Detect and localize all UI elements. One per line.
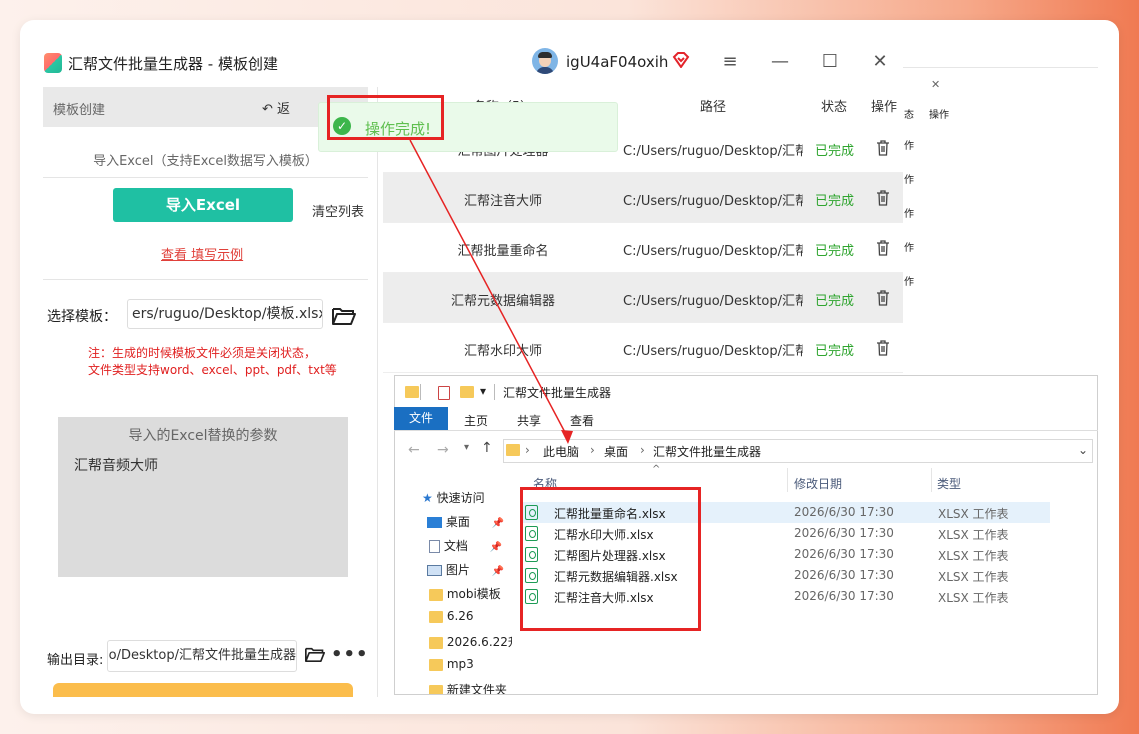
clear-list-button[interactable]: 清空列表 <box>312 201 364 220</box>
desktop-icon <box>427 517 442 528</box>
document-icon <box>429 540 440 553</box>
trash-icon[interactable] <box>876 190 898 210</box>
folder-icon <box>429 636 443 649</box>
folder-icon <box>429 610 443 623</box>
ribbon-tab-view[interactable]: 查看 <box>570 412 594 429</box>
app-logo-icon <box>44 53 62 73</box>
picture-icon <box>427 565 442 576</box>
pin-icon: 📌 <box>491 518 505 529</box>
nav-folder[interactable]: mp3 <box>429 657 474 671</box>
address-dropdown-icon[interactable]: ⌄ <box>1078 443 1088 457</box>
table-row[interactable]: 汇帮元数据编辑器 C:/Users/ruguo/Desktop/汇帮文 已完成 <box>383 273 903 323</box>
background-window: ✕ 态 操作 作 作 作 作 作 <box>903 67 1098 297</box>
explorer-title: 汇帮文件批量生成器 <box>503 386 612 400</box>
folder-icon <box>429 588 443 601</box>
start-button[interactable] <box>53 683 353 697</box>
forward-arrow-icon[interactable]: → <box>437 442 449 458</box>
breadcrumb-item[interactable]: 汇帮文件批量生成器 <box>653 443 761 460</box>
ribbon-tab-file[interactable]: 文件 <box>394 407 448 430</box>
highlight-box-toast <box>327 95 444 140</box>
minimize-button[interactable]: — <box>768 50 792 74</box>
nav-pictures[interactable]: 图片 📌 <box>427 561 504 578</box>
output-folder-icon[interactable] <box>305 646 325 663</box>
up-arrow-icon[interactable]: ↑ <box>481 440 493 456</box>
qat-dropdown-icon[interactable]: ▾ <box>480 384 486 398</box>
column-type[interactable]: 类型 <box>937 475 961 492</box>
trash-icon[interactable] <box>876 340 898 360</box>
username[interactable]: igU4aF04oxih <box>566 53 668 71</box>
app-window: 汇帮文件批量生成器 - 模板创建 igU4aF04oxih ≡ — ☐ ✕ 模板… <box>20 20 1119 714</box>
param-value: 汇帮音频大师 <box>74 458 158 474</box>
folder-icon <box>429 684 443 694</box>
menu-icon[interactable]: ≡ <box>718 50 742 74</box>
table-row[interactable]: 汇帮批量重命名 C:/Users/ruguo/Desktop/汇帮文 已完成 <box>383 223 903 273</box>
user-avatar[interactable] <box>532 48 558 74</box>
pin-icon: 📌 <box>489 542 503 553</box>
nav-folder[interactable]: 2026.6.22升 <box>429 633 512 650</box>
trash-icon[interactable] <box>876 140 898 160</box>
trash-icon[interactable] <box>876 290 898 310</box>
undo-icon: ↶ <box>262 102 273 117</box>
sort-arrow-icon: ^ <box>652 464 661 475</box>
ribbon-tab-home[interactable]: 主页 <box>464 412 488 429</box>
table-row[interactable]: 汇帮水印大师 C:/Users/ruguo/Desktop/汇帮文 已完成 <box>383 323 903 373</box>
param-title: 导入的Excel替换的参数 <box>128 428 278 444</box>
import-hint: 导入Excel（支持Excel数据写入模板） <box>93 154 318 169</box>
divider <box>43 279 368 280</box>
nav-desktop[interactable]: 桌面 📌 <box>427 513 504 530</box>
nav-quick-access[interactable]: ★ 快速访问 <box>422 489 485 506</box>
import-excel-button[interactable]: 导入Excel <box>113 188 293 222</box>
ribbon-tab-share[interactable]: 共享 <box>517 412 541 429</box>
highlight-box-files <box>520 487 701 631</box>
trash-icon[interactable] <box>876 240 898 260</box>
recent-dropdown-icon[interactable]: ▾ <box>464 442 469 453</box>
column-date[interactable]: 修改日期 <box>794 475 842 492</box>
pin-icon: 📌 <box>491 566 505 577</box>
address-folder-icon <box>506 444 520 456</box>
nav-folder[interactable]: 新建文件夹 <box>429 681 507 694</box>
bg-close-icon: ✕ <box>931 78 941 91</box>
nav-folder[interactable]: mobi模板 <box>429 585 512 602</box>
folder-open-icon[interactable] <box>332 306 356 326</box>
nav-documents[interactable]: 文档 📌 <box>429 537 502 554</box>
panel-title: 模板创建 <box>53 103 106 118</box>
star-icon: ★ <box>422 491 433 505</box>
breadcrumb-item[interactable]: 此电脑 <box>543 443 579 460</box>
close-button[interactable]: ✕ <box>868 50 892 74</box>
back-arrow-icon[interactable]: ← <box>408 442 420 458</box>
app-title: 汇帮文件批量生成器 - 模板创建 <box>68 55 278 73</box>
nav-folder[interactable]: 6.26 <box>429 609 474 623</box>
folder-icon <box>405 386 419 398</box>
breadcrumb-item[interactable]: 桌面 <box>604 443 628 460</box>
folder-icon <box>429 658 443 671</box>
properties-icon[interactable] <box>438 386 450 400</box>
more-options-button[interactable]: ••• <box>331 644 369 665</box>
output-label: 输出目录: <box>47 653 104 668</box>
divider <box>43 177 368 178</box>
new-folder-icon[interactable] <box>460 386 474 398</box>
back-button[interactable]: ↶ 返 <box>262 98 290 117</box>
maximize-button[interactable]: ☐ <box>818 50 842 74</box>
template-path-input[interactable]: ers/ruguo/Desktop/模板.xlsx <box>127 299 323 329</box>
output-dir-input[interactable]: guo/Desktop/汇帮文件批量生成器 <box>107 640 297 672</box>
template-note: 注：生成的时候模板文件必须是关闭状态， 文件类型支持word、excel、ppt… <box>88 346 337 377</box>
panel-divider <box>377 87 378 697</box>
table-row[interactable]: 汇帮注音大师 C:/Users/ruguo/Desktop/汇帮文 已完成 <box>383 173 903 223</box>
vip-diamond-icon[interactable] <box>672 52 690 68</box>
template-label: 选择模板： <box>47 309 117 325</box>
view-example-link[interactable]: 查看 填写示例 <box>161 244 243 263</box>
